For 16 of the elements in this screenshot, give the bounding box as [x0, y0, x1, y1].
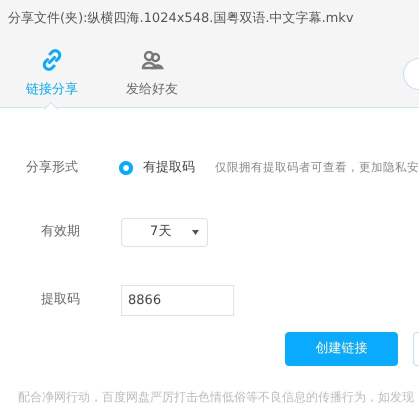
- radio-button[interactable]: [119, 161, 133, 175]
- side-button[interactable]: [403, 58, 419, 90]
- friends-icon: [140, 48, 164, 72]
- radio-label[interactable]: 有提取码: [143, 158, 195, 178]
- partial-button[interactable]: [413, 332, 419, 366]
- hint-text: 仅限拥有提取码者可查看，更加隐私安: [215, 159, 419, 176]
- field-label: 分享形式: [25, 159, 78, 178]
- link-icon: [40, 48, 64, 72]
- tab[interactable]: 发给好友: [102, 44, 202, 108]
- expiry-dropdown[interactable]: 7天: [121, 218, 208, 246]
- caret-icon: [192, 230, 199, 234]
- field-label: 提取码: [40, 291, 80, 310]
- notice-text: 配合净网行动，百度网盘严厉打击色情低俗等不良信息的传播行为，如发现: [18, 389, 415, 405]
- window-title: 分享文件(夹):纵横四海.1024x548.国粤双语.中文字幕.mkv: [8, 10, 354, 28]
- field-label: 有效期: [40, 223, 80, 242]
- code-input-field[interactable]: 8866: [121, 284, 234, 316]
